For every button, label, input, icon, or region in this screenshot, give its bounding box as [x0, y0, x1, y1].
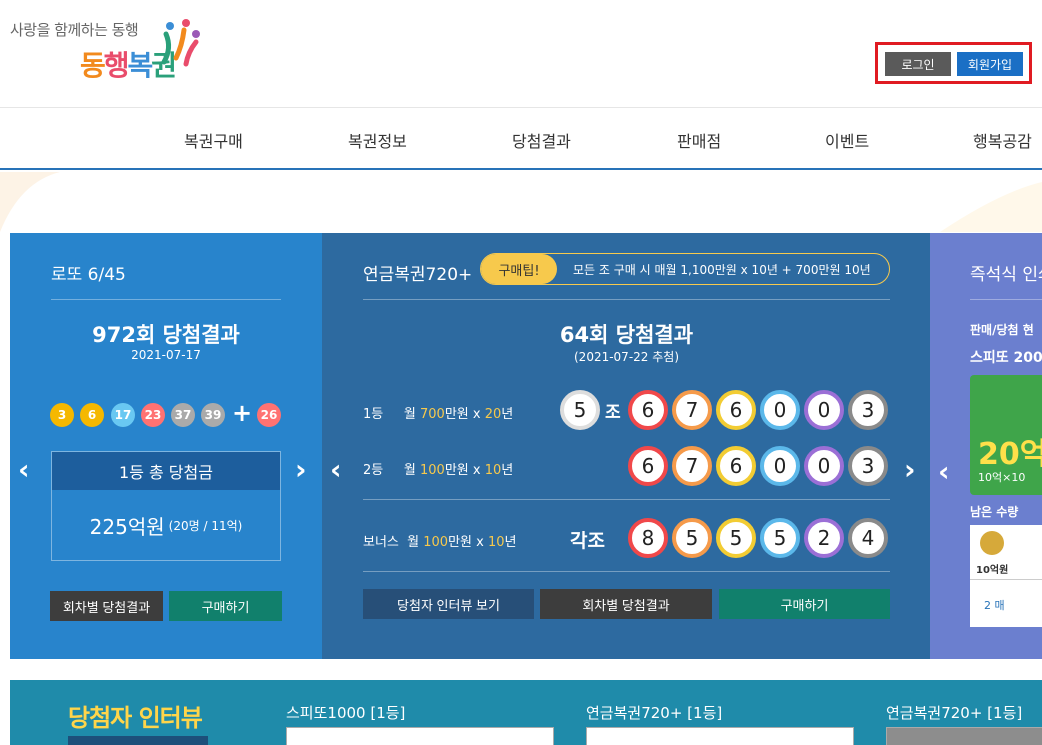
- prev-arrow-icon[interactable]: ‹: [18, 453, 30, 486]
- join-button[interactable]: 회원가입: [957, 52, 1023, 76]
- nav-item-stores[interactable]: 판매점: [677, 128, 721, 152]
- pension-number-ball: 0: [804, 446, 844, 486]
- lotto-prize-box: 1등 총 당첨금 225억원 (20명 / 11억): [51, 451, 281, 561]
- nav-item-events[interactable]: 이벤트: [825, 128, 869, 152]
- prize-heading: 1등 총 당첨금: [52, 452, 280, 490]
- interview-col-2[interactable]: 연금복권720+ [1등]: [586, 702, 722, 723]
- pension-number-ball: 5: [672, 518, 712, 558]
- pension-number-ball: 5: [716, 518, 756, 558]
- pension-number-ball: 6: [628, 446, 668, 486]
- pension-number-ball: 6: [716, 390, 756, 430]
- bonus-group-label: 각조: [570, 530, 605, 552]
- divider: [363, 299, 890, 300]
- nav-item-info[interactable]: 복권정보: [348, 128, 407, 152]
- pension-number-ball: 7: [672, 446, 712, 486]
- lotto-ball: 3: [50, 403, 74, 427]
- instant-title[interactable]: 즉석식 인쇄: [970, 260, 1042, 285]
- logo-tagline: 사랑을 함께하는 동행: [10, 21, 139, 39]
- lotto-section: 로또 6/45 972회 당첨결과 2021-07-17 3 6 17 23 3…: [10, 233, 322, 659]
- prev-arrow-icon[interactable]: ‹: [938, 455, 950, 488]
- logo-mark-icon: [161, 19, 200, 67]
- interview-subbar: [68, 736, 208, 745]
- speetto-card[interactable]: 20억 10억×10: [970, 375, 1042, 495]
- pension-number-ball: 6: [716, 446, 756, 486]
- tip-text: 모든 조 구매 시 매월 1,100만원 x 10년 + 700만원 10년: [573, 263, 871, 277]
- pension-number-ball: 3: [848, 390, 888, 430]
- rank2-label: 2등 월 100만원 x 10년: [363, 463, 514, 478]
- prev-arrow-icon[interactable]: ‹: [330, 453, 342, 486]
- pension-buy-button[interactable]: 구매하기: [719, 589, 890, 619]
- bonus-rank-label: 보너스 월 100만원 x 10년: [363, 535, 517, 550]
- pension-number-ball: 6: [628, 390, 668, 430]
- interview-card[interactable]: [586, 727, 854, 745]
- nav-item-buy[interactable]: 복권구매: [184, 128, 243, 152]
- interview-col-1[interactable]: 스피또1000 [1등]: [286, 702, 405, 723]
- instant-game: 스피또 2000: [970, 350, 1042, 366]
- pension-number-ball: 0: [804, 390, 844, 430]
- pension-number-ball: 0: [760, 390, 800, 430]
- pension-history-button[interactable]: 회차별 당첨결과: [540, 589, 712, 619]
- prize-amount: 225억원 (20명 / 11억): [89, 514, 243, 539]
- group-label: 조: [605, 403, 621, 423]
- divider: [363, 571, 890, 572]
- pension-number-ball: 3: [848, 446, 888, 486]
- nav-item-results[interactable]: 당첨결과: [512, 128, 571, 152]
- pension-date: (2021-07-22 추첨): [574, 350, 679, 364]
- lotto-history-button[interactable]: 회차별 당첨결과: [50, 591, 163, 621]
- medal-icon: [980, 531, 1004, 555]
- plus-sign: +: [232, 399, 253, 427]
- rank1-label: 1등 월 700만원 x 20년: [363, 407, 514, 422]
- group-ball: 5: [560, 390, 600, 430]
- next-arrow-icon[interactable]: ›: [904, 453, 916, 486]
- lotto-title[interactable]: 로또 6/45: [51, 260, 126, 285]
- lotto-ball: 39: [201, 403, 225, 427]
- pension-number-ball: 8: [628, 518, 668, 558]
- instant-section: ‹ 즉석식 인쇄 판매/당첨 현 스피또 2000 20억 10억×10 남은 …: [930, 233, 1042, 659]
- pension-number-ball: 7: [672, 390, 712, 430]
- remain-label: 남은 수량: [970, 505, 1019, 519]
- interview-card[interactable]: [286, 727, 554, 745]
- instant-subtitle: 판매/당첨 현: [970, 323, 1034, 337]
- remain-table: 10억원 2 매: [970, 525, 1042, 627]
- pension-number-ball: 4: [848, 518, 888, 558]
- lotto-ball: 6: [80, 403, 104, 427]
- tip-label: 구매팁!: [481, 254, 557, 284]
- site-header: 사랑을 함께하는 동행 동행복권 로그인 회원가입: [0, 0, 1042, 108]
- interview-button[interactable]: 당첨자 인터뷰 보기: [363, 589, 534, 619]
- divider: [363, 499, 890, 500]
- background-decoration: [0, 172, 1042, 232]
- interview-col-3[interactable]: 연금복권720+ [1등]: [886, 702, 1022, 723]
- divider: [970, 299, 1042, 300]
- interview-title[interactable]: 당첨자 인터뷰: [68, 698, 203, 733]
- lotto-date: 2021-07-17: [131, 348, 201, 362]
- auth-box: 로그인 회원가입: [875, 42, 1032, 84]
- next-arrow-icon[interactable]: ›: [295, 453, 307, 486]
- lotto-ball: 23: [141, 403, 165, 427]
- pension-round: 64회 당첨결과: [559, 323, 694, 347]
- pension-title[interactable]: 연금복권720+: [363, 260, 472, 285]
- lotto-bonus-ball: 26: [257, 403, 281, 427]
- buy-tip: 구매팁! 모든 조 구매 시 매월 1,100만원 x 10년 + 700만원 …: [480, 253, 890, 285]
- divider: [51, 299, 281, 300]
- main-nav: 복권구매 복권정보 당첨결과 판매점 이벤트 행복공감: [0, 108, 1042, 170]
- interview-card[interactable]: [886, 727, 1042, 745]
- pension-number-ball: 2: [804, 518, 844, 558]
- lotto-round: 972회 당첨결과: [92, 323, 240, 347]
- results-panel: 로또 6/45 972회 당첨결과 2021-07-17 3 6 17 23 3…: [10, 233, 1042, 659]
- pension-number-ball: 0: [760, 446, 800, 486]
- nav-item-happy[interactable]: 행복공감: [973, 128, 1032, 152]
- lotto-ball: 17: [111, 403, 135, 427]
- lotto-buy-button[interactable]: 구매하기: [169, 591, 282, 621]
- login-button[interactable]: 로그인: [885, 52, 951, 76]
- pension-number-ball: 5: [760, 518, 800, 558]
- pension-section: ‹ 연금복권720+ 구매팁! 모든 조 구매 시 매월 1,100만원 x 1…: [322, 233, 930, 659]
- interview-strip: 당첨자 인터뷰 스피또1000 [1등] 연금복권720+ [1등] 연금복권7…: [10, 680, 1042, 745]
- lotto-ball: 37: [171, 403, 195, 427]
